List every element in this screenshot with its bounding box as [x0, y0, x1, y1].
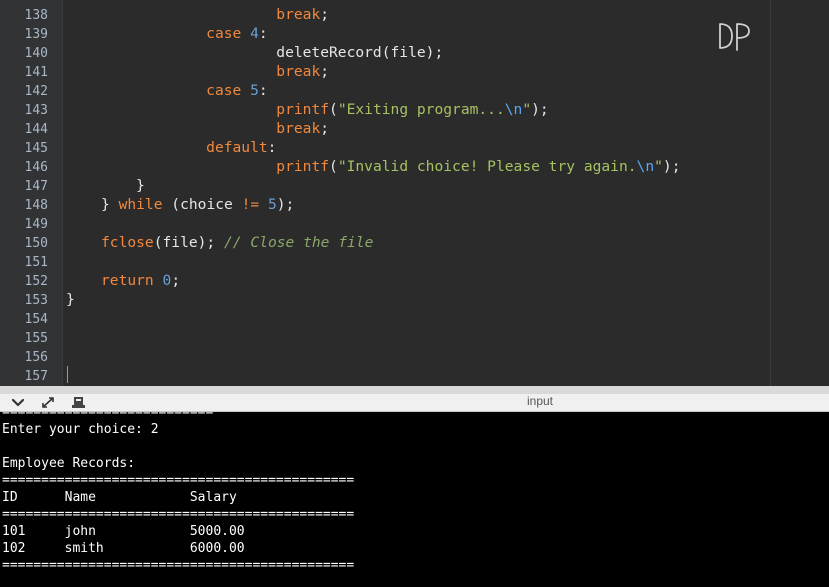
line-number: 143: [24, 103, 48, 118]
expand-icon[interactable]: [40, 395, 56, 410]
console-line: ID Name Salary: [2, 490, 237, 505]
code-line: }: [136, 177, 145, 194]
code-line: break;: [276, 6, 330, 23]
code-line: printf("Exiting program...\n");: [276, 101, 549, 118]
text-cursor: [67, 366, 68, 383]
line-number: 138: [24, 8, 48, 23]
console-line: ========================================…: [2, 558, 355, 573]
code-line: }: [66, 291, 75, 308]
terminal-icon[interactable]: [70, 395, 86, 410]
code-line: case 5:: [206, 82, 268, 99]
line-number: 146: [24, 160, 48, 175]
line-number: 140: [24, 46, 48, 61]
line-number: 142: [24, 84, 48, 99]
console-line: Employee Records:: [2, 456, 136, 471]
print-margin: [770, 0, 771, 386]
chevron-down-icon[interactable]: [10, 395, 26, 410]
line-number: 141: [24, 65, 48, 80]
console-line: ========================================…: [2, 473, 355, 488]
code-line: default:: [206, 139, 277, 156]
line-number: 144: [24, 122, 48, 137]
input-panel-header: input: [0, 394, 829, 412]
console-line: Enter your choice: 2: [2, 422, 159, 437]
panel-title: input: [526, 394, 554, 408]
line-number: 155: [24, 331, 48, 346]
panel-splitter[interactable]: [0, 386, 829, 394]
line-number: 156: [24, 350, 48, 365]
line-number: 149: [24, 217, 48, 232]
line-number: 151: [24, 255, 48, 270]
code-line: fclose(file); // Close the file: [101, 234, 374, 251]
code-line: deleteRecord(file);: [206, 44, 444, 61]
console-output[interactable]: =========================== Enter your ch…: [0, 412, 829, 587]
console-line: 102 smith 6000.00: [2, 541, 245, 556]
ide-window: 138 139 140 141 142 143 144 145 146 147 148 149 150 1…: [0, 0, 829, 587]
line-number: 148: [24, 198, 48, 213]
code-line: break;: [276, 120, 330, 137]
line-number: 145: [24, 141, 48, 156]
line-number-gutter: 138 139 140 141 142 143 144 145 146 147 148 149 150 1…: [0, 0, 63, 386]
console-line: ===========================: [2, 412, 214, 420]
code-line: printf("Invalid choice! Please try again…: [276, 158, 681, 175]
console-line: 101 john 5000.00: [2, 524, 245, 539]
code-line: return 0;: [101, 272, 181, 289]
dp-watermark-logo: DP: [719, 23, 750, 51]
line-number: 153: [24, 293, 48, 308]
code-area[interactable]: break; case 4: deleteRecord(file); break…: [66, 0, 829, 386]
code-line: case 4:: [206, 25, 268, 42]
code-editor[interactable]: 138 139 140 141 142 143 144 145 146 147 148 149 150 1…: [0, 0, 829, 386]
line-number: 147: [24, 179, 48, 194]
line-number: 157: [24, 369, 48, 384]
code-line: } while (choice != 5);: [101, 196, 295, 213]
line-number: 154: [24, 312, 48, 327]
line-number: 150: [24, 236, 48, 251]
line-number: 152: [24, 274, 48, 289]
code-line: break;: [276, 63, 330, 80]
line-number: 139: [24, 27, 48, 42]
console-line: ========================================…: [2, 507, 355, 522]
